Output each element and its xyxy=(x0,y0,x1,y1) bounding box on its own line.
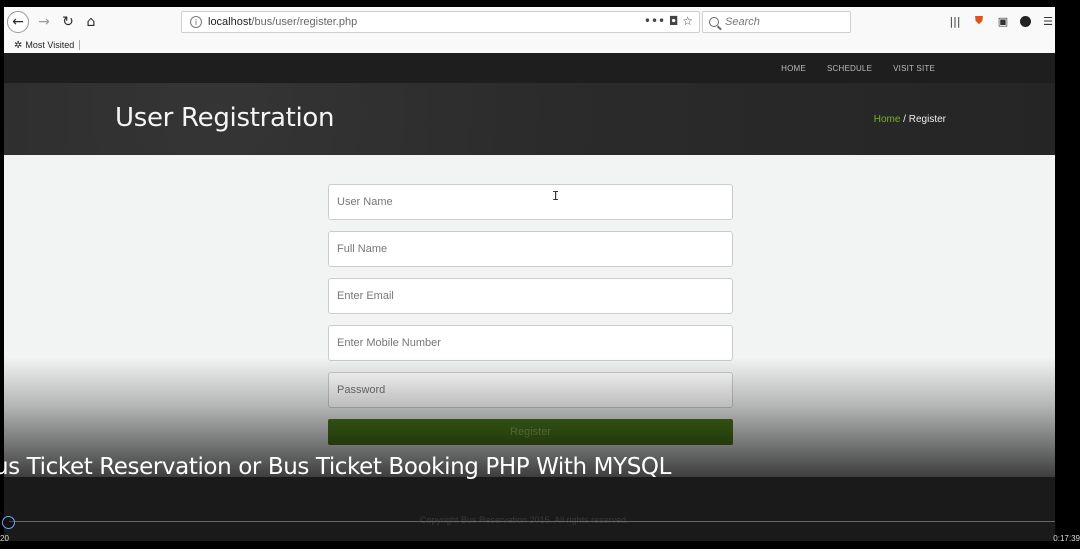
password-field[interactable] xyxy=(328,372,733,408)
page-header: User Registration Home / Register xyxy=(4,83,1055,155)
gear-icon: ✲ xyxy=(14,39,23,51)
registration-section: Register xyxy=(4,155,1055,477)
site-info-icon[interactable]: i xyxy=(190,16,202,28)
register-button[interactable]: Register xyxy=(328,419,733,445)
time-current: 20 xyxy=(0,534,9,543)
progress-handle[interactable] xyxy=(2,516,15,529)
email-field[interactable] xyxy=(328,278,733,314)
sidebar-icon[interactable]: ▣ xyxy=(996,13,1010,29)
address-bar[interactable]: i localhost/bus/user/register.php ••• ◘ … xyxy=(181,11,700,33)
forward-arrow-icon[interactable]: → xyxy=(33,11,55,33)
library-icon[interactable]: ||| xyxy=(948,13,962,29)
search-input[interactable] xyxy=(725,16,835,28)
bookmark-most-visited[interactable]: ✲ Most Visited xyxy=(14,40,74,51)
video-caption: us Ticket Reservation or Bus Ticket Book… xyxy=(0,454,672,480)
nav-menu: HOME SCHEDULE VISIT SITE xyxy=(781,53,935,83)
copyright-text: Copyright Bus Reservation 2015. All righ… xyxy=(420,515,629,525)
fullname-field[interactable] xyxy=(328,231,733,267)
username-field[interactable] xyxy=(328,184,733,220)
browser-toolbar: ← → ↻ ⌂ i localhost/bus/user/register.ph… xyxy=(4,7,1055,37)
nav-link-visit-site[interactable]: VISIT SITE xyxy=(893,64,935,73)
text-cursor-icon: I xyxy=(552,189,560,203)
site-navbar: HOME SCHEDULE VISIT SITE xyxy=(4,53,1055,83)
home-icon[interactable]: ⌂ xyxy=(80,11,102,33)
back-arrow-icon[interactable]: ← xyxy=(7,11,29,33)
video-player[interactable]: ← → ↻ ⌂ i localhost/bus/user/register.ph… xyxy=(0,0,1080,549)
bookmarks-toolbar: ✲ Most Visited xyxy=(4,37,1055,53)
nav-link-home[interactable]: HOME xyxy=(781,64,806,73)
time-total: 0:17:39 xyxy=(1053,534,1080,543)
url-text[interactable]: localhost/bus/user/register.php xyxy=(208,16,357,28)
toolbar-icons: ||| ⛊ ▣ ☰ xyxy=(948,13,1055,29)
breadcrumb-current: Register xyxy=(908,114,946,125)
video-progress-bar[interactable] xyxy=(9,521,1055,522)
divider xyxy=(79,40,81,50)
registration-form: Register xyxy=(328,184,733,445)
breadcrumb: Home / Register xyxy=(873,114,946,125)
mobile-field[interactable] xyxy=(328,325,733,361)
search-icon xyxy=(709,17,719,27)
hamburger-menu-icon[interactable]: ☰ xyxy=(1041,13,1055,29)
search-bar[interactable] xyxy=(702,11,851,33)
reload-icon[interactable]: ↻ xyxy=(57,11,79,33)
page-title: User Registration xyxy=(115,103,335,133)
shield-icon[interactable]: ⛊ xyxy=(972,13,986,29)
nav-link-schedule[interactable]: SCHEDULE xyxy=(827,64,872,73)
breadcrumb-home-link[interactable]: Home xyxy=(874,114,901,125)
extension-icon[interactable] xyxy=(1020,15,1031,27)
page-actions-menu[interactable]: ••• ◘ ☆ xyxy=(644,14,693,28)
site-footer: Copyright Bus Reservation 2015. All righ… xyxy=(4,477,1055,541)
